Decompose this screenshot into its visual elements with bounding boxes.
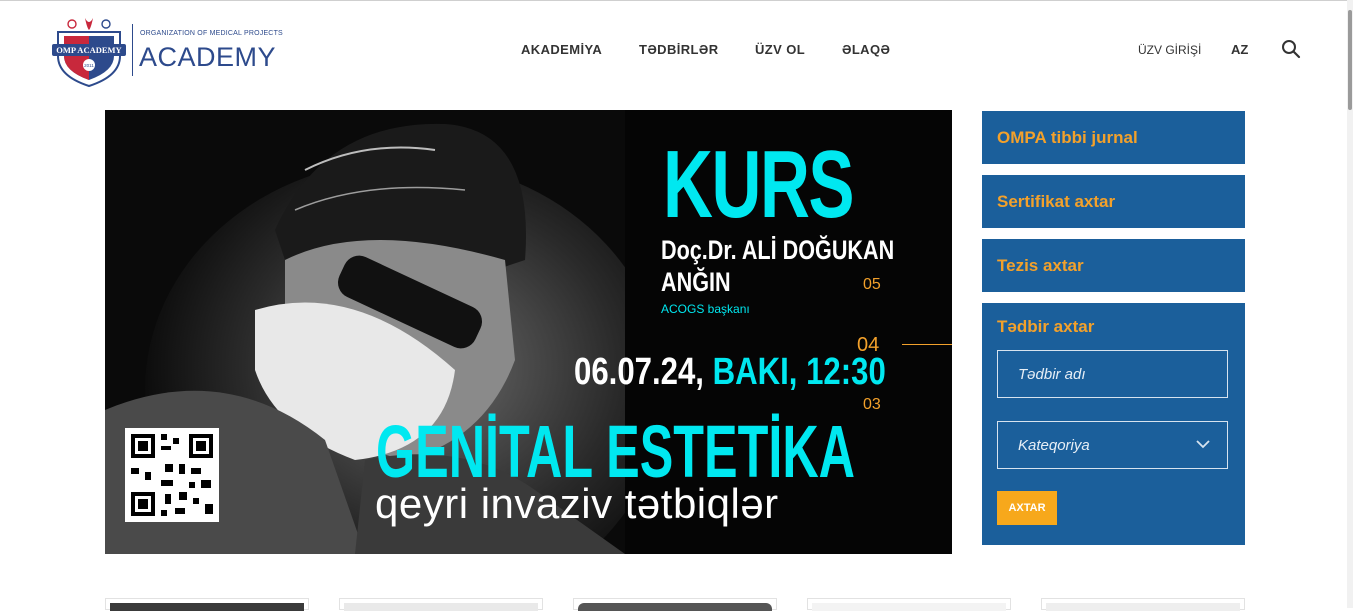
event-card-image: [110, 603, 304, 611]
banner-place-time: BAKI, 12:30: [703, 351, 886, 393]
sidebar-link-label: Tezis axtar: [997, 256, 1084, 275]
banner-speaker-line1: Doç.Dr. ALİ DOĞUKAN: [661, 235, 895, 265]
sidebar-link-label: OMPA tibbi jurnal: [997, 128, 1138, 147]
logo-divider: [132, 24, 133, 76]
banner-date: 06.07.24, BAKI, 12:30: [574, 350, 886, 394]
event-card[interactable]: [807, 598, 1011, 611]
top-border: [0, 0, 1353, 1]
slide-number: 03: [863, 396, 881, 413]
language-switcher[interactable]: AZ: [1231, 42, 1248, 57]
hero-banner[interactable]: KURS Doç.Dr. ALİ DOĞUKAN ANĞIN ACOGS baş…: [105, 110, 952, 554]
banner-speaker-role: ACOGS başkanı: [661, 302, 750, 316]
member-login-link[interactable]: ÜZV GİRİŞİ: [1138, 43, 1201, 57]
nav-item-akademiya[interactable]: AKADEMİYA: [521, 42, 602, 57]
nav-item-uzv-ol[interactable]: ÜZV OL: [755, 42, 805, 57]
event-card-image: [344, 603, 538, 611]
event-card-image: [1046, 603, 1240, 611]
search-icon[interactable]: [1281, 39, 1301, 59]
seal-text: OMP ACADEMY: [56, 45, 121, 55]
event-card[interactable]: [339, 598, 543, 611]
qr-code-icon: [125, 428, 219, 522]
event-card[interactable]: [1041, 598, 1245, 611]
event-search-panel: Tədbir axtar Tədbir adı Kateqoriya AXTAR: [982, 303, 1245, 545]
banner-subtopic: qeyri invaziv tətbiqlər: [375, 480, 779, 527]
logo-seal-icon: OMP ACADEMY 2011: [52, 18, 126, 88]
slide-number: 05: [863, 276, 881, 293]
page-scrollbar[interactable]: [1347, 0, 1353, 608]
event-search-button[interactable]: AXTAR: [997, 491, 1057, 525]
slide-indicator-line: [902, 344, 952, 345]
category-select[interactable]: Kateqoriya: [997, 421, 1228, 469]
event-search-title: Tədbir axtar: [997, 317, 1095, 336]
seal-year: 2011: [84, 63, 94, 68]
sidebar-link-label: Sertifikat axtar: [997, 192, 1116, 211]
event-card-image: [812, 603, 1006, 611]
event-card-image: [578, 603, 772, 611]
scrollbar-thumb[interactable]: [1348, 10, 1352, 110]
event-card[interactable]: [573, 598, 777, 611]
sidebar-link-journal[interactable]: OMPA tibbi jurnal: [982, 111, 1245, 164]
site-logo[interactable]: OMP ACADEMY 2011 ORGANIZATION OF MEDICAL…: [50, 14, 283, 88]
nav-item-elaqe[interactable]: ƏLAQƏ: [842, 42, 890, 57]
logo-wordmark: ACADEMY: [139, 42, 277, 72]
logo-tagline: ORGANIZATION OF MEDICAL PROJECTS: [140, 30, 283, 37]
banner-headline: KURS: [663, 131, 855, 238]
sidebar-link-certificate[interactable]: Sertifikat axtar: [982, 175, 1245, 228]
banner-speaker-line2: ANĞIN: [661, 267, 731, 297]
chevron-down-icon: [1196, 440, 1210, 449]
event-name-placeholder: Tədbir adı: [1018, 366, 1086, 383]
banner-date-part: 06.07.24,: [574, 351, 704, 393]
category-placeholder: Kateqoriya: [1018, 437, 1090, 454]
event-name-input[interactable]: Tədbir adı: [997, 350, 1228, 398]
sidebar-link-thesis[interactable]: Tezis axtar: [982, 239, 1245, 292]
nav-item-tedbirler[interactable]: TƏDBİRLƏR: [639, 42, 719, 57]
event-card[interactable]: [105, 598, 309, 611]
